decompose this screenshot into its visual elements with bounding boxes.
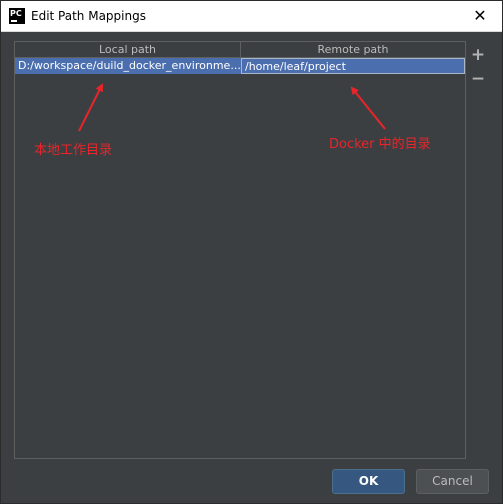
- cancel-button[interactable]: Cancel: [416, 469, 489, 494]
- remote-path-cell[interactable]: /home/leaf/project: [241, 58, 465, 74]
- remote-path-annotation: Docker 中的目录: [329, 137, 431, 152]
- table-row[interactable]: D:/workspace/duild_docker_environme... /…: [15, 58, 465, 74]
- column-header-local-path[interactable]: Local path: [15, 42, 241, 58]
- minus-icon[interactable]: −: [470, 71, 486, 88]
- app-icon-text: PC: [10, 9, 22, 18]
- toolbar-divider: [465, 41, 466, 459]
- close-icon[interactable]: ✕: [471, 7, 489, 25]
- column-header-remote-path[interactable]: Remote path: [241, 42, 465, 58]
- app-icon-bar: [11, 20, 17, 22]
- local-path-cell[interactable]: D:/workspace/duild_docker_environme...: [15, 58, 241, 74]
- title-bar: PC Edit Path Mappings ✕: [1, 1, 502, 32]
- path-mappings-table: Local path Remote path D:/workspace/duil…: [14, 41, 466, 459]
- local-path-annotation: 本地工作目录: [34, 143, 113, 158]
- pycharm-icon: PC: [9, 8, 25, 24]
- ok-button[interactable]: OK: [332, 469, 405, 494]
- edit-path-mappings-dialog: PC Edit Path Mappings ✕ Local path Remot…: [0, 0, 503, 504]
- plus-icon[interactable]: +: [470, 47, 486, 64]
- window-title: Edit Path Mappings: [31, 9, 146, 23]
- table-header: Local path Remote path: [15, 42, 465, 58]
